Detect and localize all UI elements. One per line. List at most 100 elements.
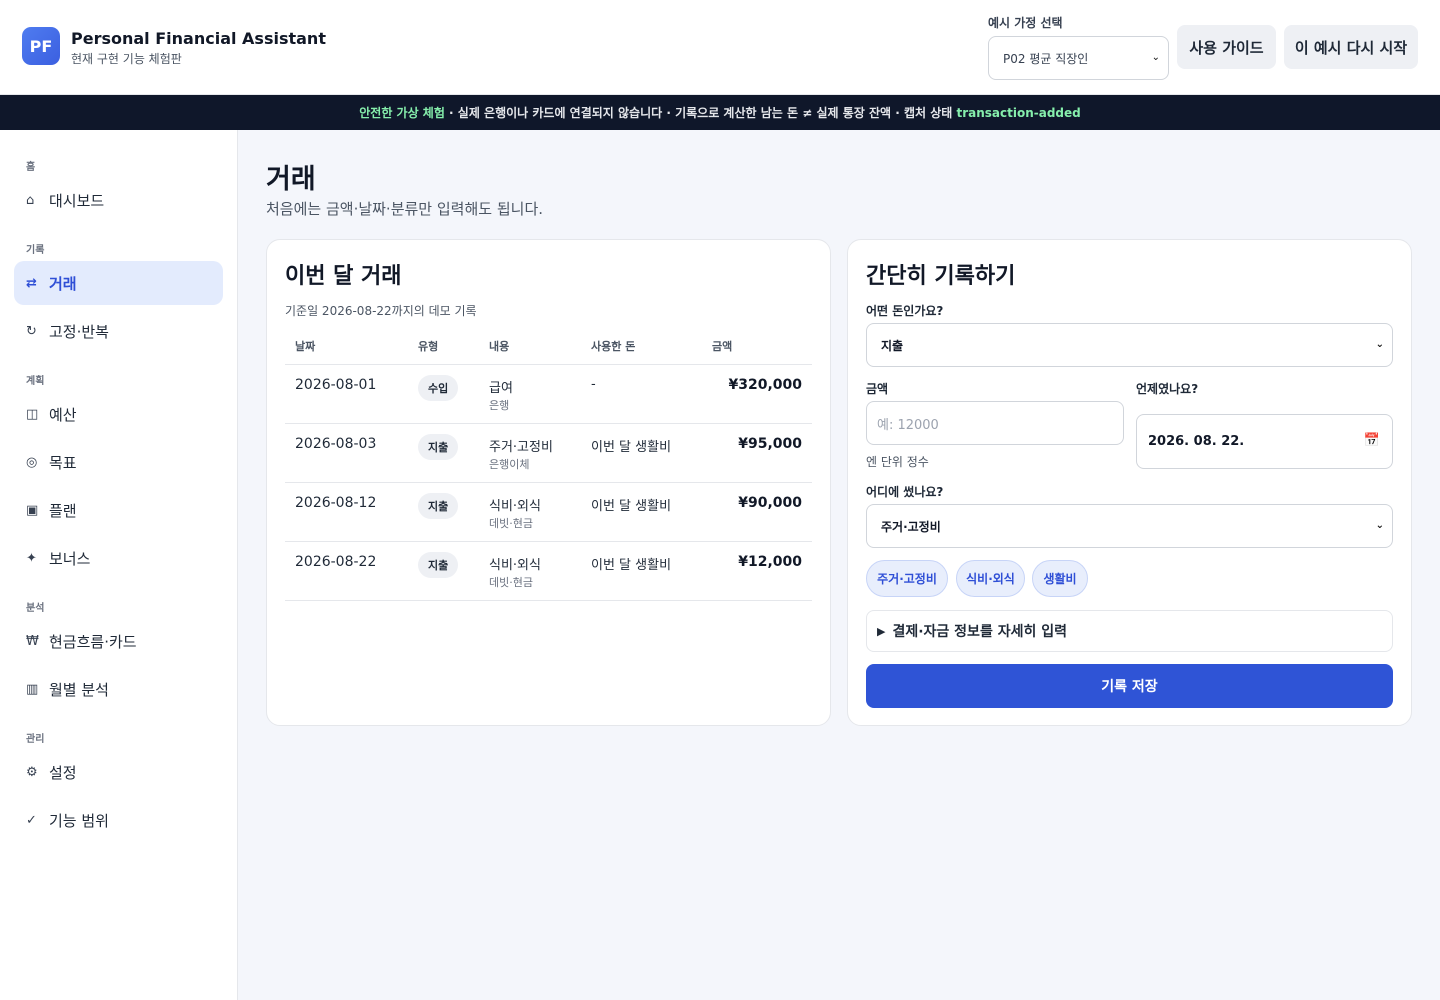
page-subtitle: 처음에는 금액·날짜·분류만 입력해도 됩니다. xyxy=(266,200,544,218)
app-logo: PF xyxy=(22,27,60,65)
column-header-spent-from: 사용한 돈 xyxy=(591,340,636,353)
save-record-button[interactable]: 기록 저장 xyxy=(866,664,1393,708)
row-payment-method: 데빗·현금 xyxy=(489,517,533,530)
sidebar-section-analysis: 분석 xyxy=(26,603,45,614)
sidebar-item-label: 현금흐름·카드 xyxy=(49,632,137,651)
sidebar-item-dashboard[interactable]: ⌂ 대시보드 xyxy=(14,178,223,222)
demo-banner: 안전한 가상 체험 · 실제 은행이나 카드에 연결되지 않습니다 · 기록으로… xyxy=(0,95,1440,130)
transfer-icon: ⇄ xyxy=(26,275,37,291)
row-spent-from: - xyxy=(591,377,596,392)
sidebar-item-bonus[interactable]: ✦ 보너스 xyxy=(14,536,223,580)
payment-details-label: 결제·자금 정보를 자세히 입력 xyxy=(892,624,1067,640)
column-header-description: 내용 xyxy=(489,340,510,353)
chevron-down-icon: ⌄ xyxy=(1375,339,1384,350)
date-label: 언제였나요? xyxy=(1136,382,1199,396)
column-header-amount: 금액 xyxy=(712,340,733,353)
category-chip-living[interactable]: 생활비 xyxy=(1032,560,1088,597)
target-icon: ◎ xyxy=(26,454,38,470)
category-chip-housing[interactable]: 주거·고정비 xyxy=(866,560,948,597)
row-date: 2026-08-01 xyxy=(295,377,377,393)
page-title: 거래 xyxy=(266,164,316,195)
chevron-down-icon: ⌄ xyxy=(1375,520,1384,531)
row-payment-method: 은행 xyxy=(489,399,510,412)
household-select-value: P02 평균 직장인 xyxy=(1003,51,1089,66)
category-select-value: 주거·고정비 xyxy=(881,519,941,534)
date-value: 2026. 08. 22. xyxy=(1148,434,1245,449)
sidebar-item-budget[interactable]: ◫ 예산 xyxy=(14,392,223,436)
sidebar-item-settings[interactable]: ⚙ 설정 xyxy=(14,750,223,794)
sidebar-section-home: 홈 xyxy=(26,162,36,173)
category-select[interactable]: 주거·고정비 ⌄ xyxy=(866,504,1393,548)
row-description: 식비·외식 xyxy=(489,558,541,573)
kind-select[interactable]: 지출 ⌄ xyxy=(866,323,1393,367)
refresh-icon: ↻ xyxy=(26,323,37,339)
column-header-type: 유형 xyxy=(418,340,439,353)
sidebar-item-transactions[interactable]: ⇄ 거래 xyxy=(14,261,223,305)
amount-label: 금액 xyxy=(866,382,889,396)
type-badge: 지출 xyxy=(418,434,459,460)
row-description: 식비·외식 xyxy=(489,499,541,514)
sidebar-item-plan[interactable]: ▣ 플랜 xyxy=(14,488,223,532)
plan-icon: ▣ xyxy=(26,502,39,518)
table-row[interactable]: 2026-08-01 수입 급여 은행 - ¥320,000 xyxy=(285,365,812,424)
gear-icon: ⚙ xyxy=(26,764,38,780)
calendar-icon[interactable]: 📅 xyxy=(1364,433,1380,448)
check-icon: ✓ xyxy=(26,812,37,828)
chevron-down-icon: ⌄ xyxy=(1151,52,1160,63)
guide-button[interactable]: 사용 가이드 xyxy=(1177,25,1276,69)
table-row[interactable]: 2026-08-22 지출 식비·외식 데빗·현금 이번 달 생활비 ¥12,0… xyxy=(285,542,812,601)
sidebar-item-cashflow[interactable]: ₩ 현금흐름·카드 xyxy=(14,619,223,663)
type-badge: 지출 xyxy=(418,552,459,578)
amount-input[interactable]: 예: 12000 xyxy=(866,401,1124,445)
sidebar-item-label: 기능 범위 xyxy=(49,811,109,830)
row-amount: ¥320,000 xyxy=(728,377,802,393)
sidebar-item-label: 플랜 xyxy=(49,501,77,520)
sidebar-item-goals[interactable]: ◎ 목표 xyxy=(14,440,223,484)
sidebar-section-plan: 계획 xyxy=(26,376,45,387)
sidebar-section-manage: 관리 xyxy=(26,734,45,745)
banner-highlight: 안전한 가상 체험 xyxy=(359,106,445,120)
row-date: 2026-08-22 xyxy=(295,554,377,570)
category-chip-food[interactable]: 식비·외식 xyxy=(956,560,1025,597)
row-amount: ¥95,000 xyxy=(738,436,802,452)
row-spent-from: 이번 달 생활비 xyxy=(591,440,672,455)
sidebar-item-recurring[interactable]: ↻ 고정·반복 xyxy=(14,309,223,353)
banner-state: transaction-added xyxy=(956,105,1081,120)
sidebar-item-label: 목표 xyxy=(49,453,77,472)
amount-hint: 엔 단위 정수 xyxy=(866,455,929,469)
kind-select-value: 지출 xyxy=(881,338,904,353)
row-date: 2026-08-03 xyxy=(295,436,377,452)
won-icon: ₩ xyxy=(26,633,39,649)
type-badge: 수입 xyxy=(418,375,459,401)
sidebar-item-feature-scope[interactable]: ✓ 기능 범위 xyxy=(14,798,223,842)
table-row[interactable]: 2026-08-12 지출 식비·외식 데빗·현금 이번 달 생활비 ¥90,0… xyxy=(285,483,812,542)
sidebar-item-label: 거래 xyxy=(49,274,77,293)
row-spent-from: 이번 달 생활비 xyxy=(591,558,672,573)
row-description: 급여 xyxy=(489,381,513,396)
table-row[interactable]: 2026-08-03 지출 주거·고정비 은행이체 이번 달 생활비 ¥95,0… xyxy=(285,424,812,483)
sidebar-item-label: 보너스 xyxy=(49,549,91,568)
household-select[interactable]: P02 평균 직장인 ⌄ xyxy=(988,36,1169,80)
column-header-date: 날짜 xyxy=(295,340,316,353)
sidebar-item-label: 고정·반복 xyxy=(49,322,109,341)
home-icon: ⌂ xyxy=(26,192,35,208)
transactions-as-of: 기준일 2026-08-22까지의 데모 기록 xyxy=(285,304,477,318)
category-label: 어디에 썼나요? xyxy=(866,485,944,499)
banner-text: · 실제 은행이나 카드에 연결되지 않습니다 · 기록으로 계산한 남는 돈 … xyxy=(444,106,957,120)
app-title: Personal Financial Assistant xyxy=(71,29,326,48)
sidebar-section-records: 기록 xyxy=(26,245,45,256)
row-amount: ¥90,000 xyxy=(738,495,802,511)
sidebar-item-label: 월별 분석 xyxy=(49,680,109,699)
budget-icon: ◫ xyxy=(26,406,39,422)
quick-record-title: 간단히 기록하기 xyxy=(866,264,1016,289)
transactions-title: 이번 달 거래 xyxy=(285,264,402,289)
payment-details-toggle[interactable]: ▶ 결제·자금 정보를 자세히 입력 xyxy=(866,610,1393,652)
transactions-card: 이번 달 거래 기준일 2026-08-22까지의 데모 기록 날짜 유형 내용… xyxy=(266,239,831,726)
sidebar-item-label: 설정 xyxy=(49,763,77,782)
restart-example-button[interactable]: 이 예시 다시 시작 xyxy=(1284,25,1418,69)
sidebar: 홈 ⌂ 대시보드 기록 ⇄ 거래 ↻ 고정·반복 계획 ◫ 예산 ◎ 목표 ▣ … xyxy=(0,130,238,1000)
household-select-label: 예시 가정 선택 xyxy=(988,16,1063,30)
date-input[interactable]: 2026. 08. 22. 📅 xyxy=(1136,414,1393,469)
row-description: 주거·고정비 xyxy=(489,440,553,455)
sidebar-item-monthly-analysis[interactable]: ▥ 월별 분석 xyxy=(14,667,223,711)
